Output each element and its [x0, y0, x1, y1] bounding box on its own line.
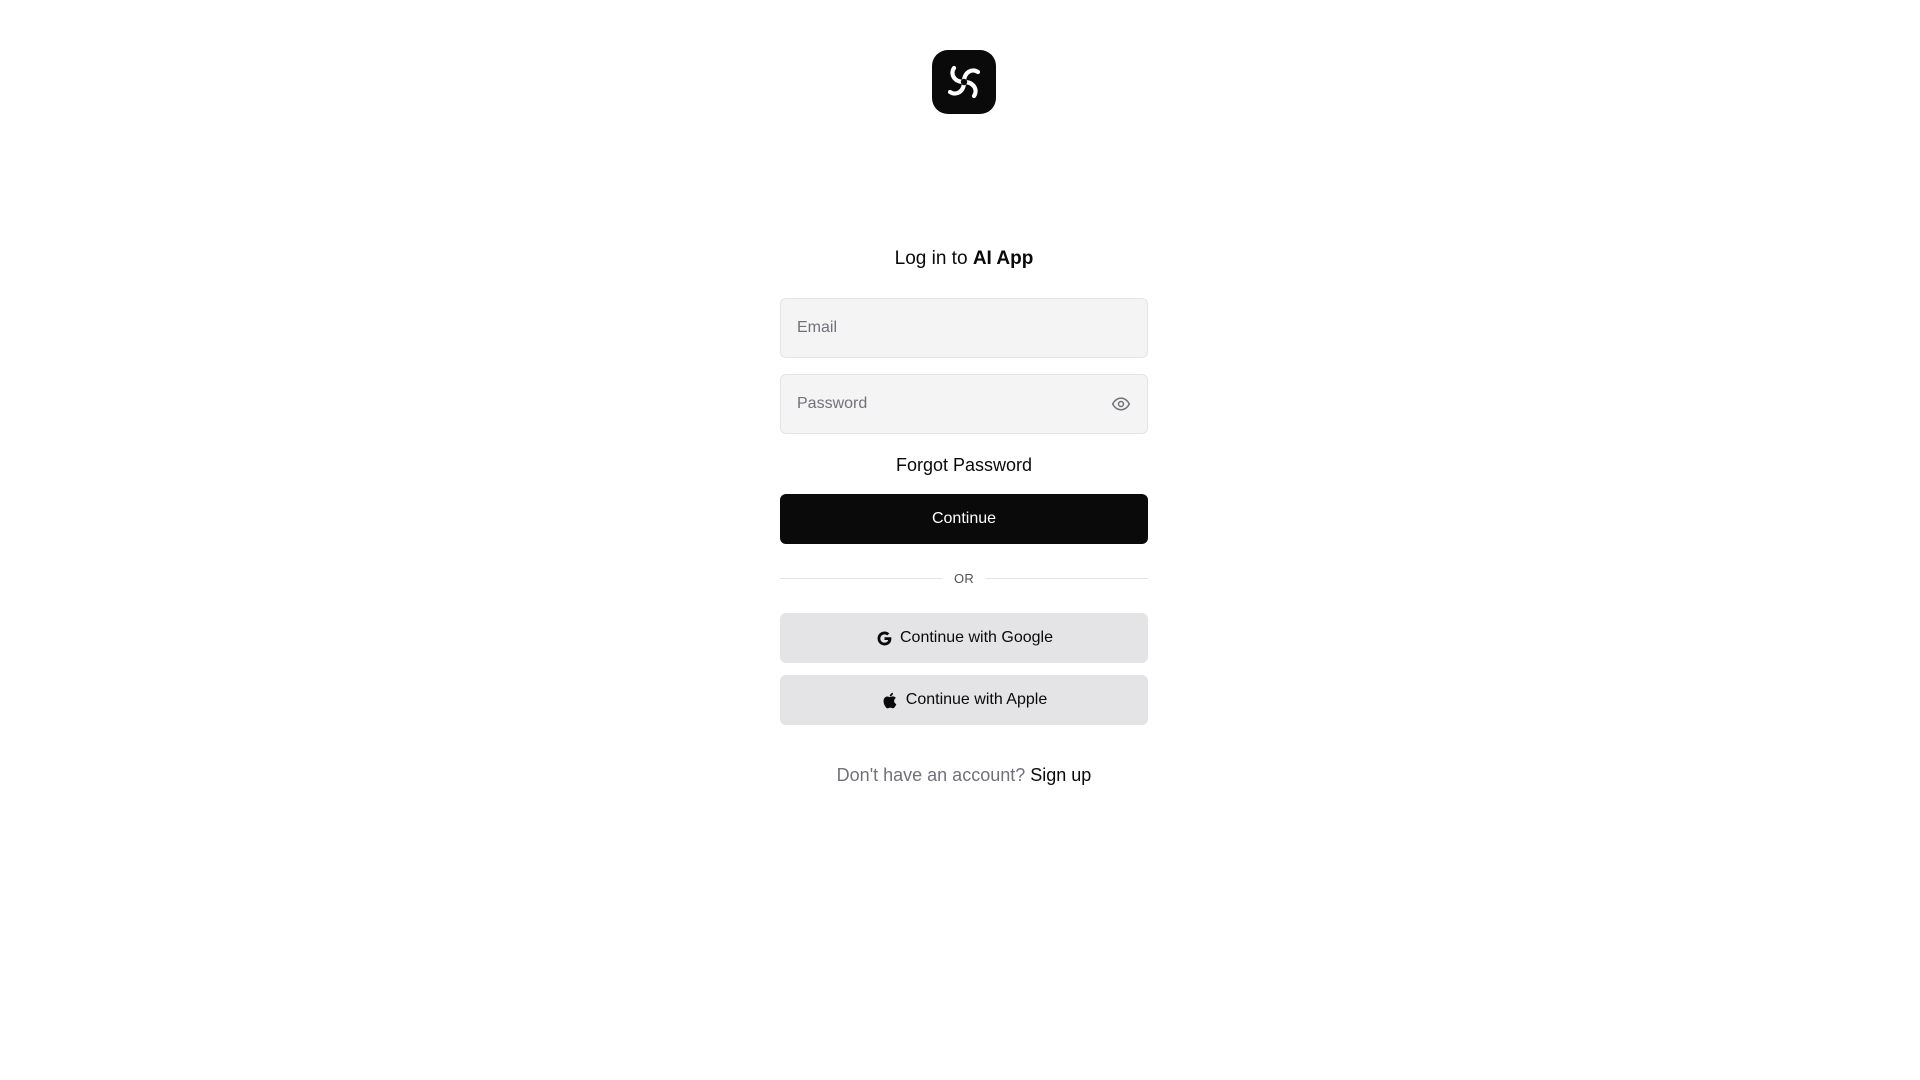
or-divider: OR: [780, 568, 1149, 588]
divider-line-right: [986, 577, 1149, 579]
google-button-label: Continue with Google: [900, 629, 1053, 646]
sign-up-link[interactable]: Sign up: [1030, 765, 1091, 785]
email-field-container: [780, 298, 1148, 358]
continue-button[interactable]: Continue: [780, 494, 1148, 544]
continue-with-apple-button[interactable]: Continue with Apple: [780, 675, 1148, 725]
divider-line-left: [780, 577, 942, 579]
eye-icon[interactable]: [1111, 394, 1131, 414]
title-brand: AI App: [972, 248, 1034, 269]
signup-prompt: Don't have an account? Sign up: [780, 763, 1148, 787]
google-icon: [875, 629, 893, 647]
apple-button-label: Continue with Apple: [905, 691, 1048, 708]
password-field-container: [780, 374, 1148, 434]
title-prefix: Log in to: [894, 248, 968, 269]
forgot-password-link[interactable]: Forgot Password: [780, 454, 1148, 476]
password-field[interactable]: [781, 375, 1147, 433]
page-title: Log in to AI App: [780, 244, 1148, 274]
login-page: Log in to AI App Forgot Password Continu…: [0, 0, 1920, 1080]
apple-icon: [881, 691, 899, 709]
app-logo: [932, 50, 996, 114]
signup-prompt-text: Don't have an account?: [836, 765, 1026, 785]
login-form: Log in to AI App Forgot Password Continu…: [780, 244, 1149, 787]
swirl-logo-icon: [947, 65, 981, 99]
continue-with-google-button[interactable]: Continue with Google: [780, 613, 1148, 663]
email-field[interactable]: [781, 299, 1147, 357]
divider-label: OR: [953, 570, 975, 586]
